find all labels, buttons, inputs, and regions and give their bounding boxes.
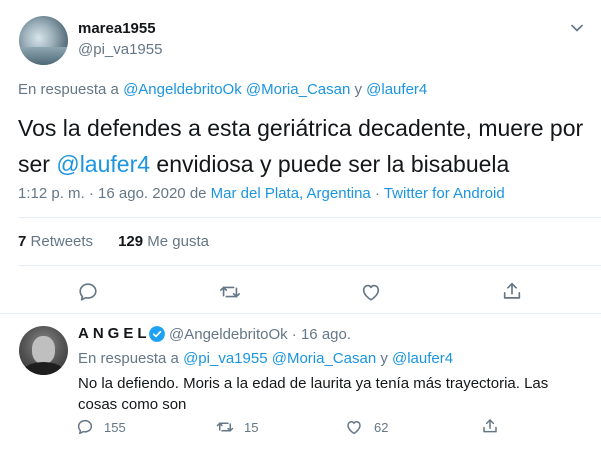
heart-icon[interactable] <box>360 281 382 303</box>
reply-joiner: y <box>354 81 362 98</box>
reply-author-avatar[interactable] <box>19 326 68 375</box>
reply-prefix: En respuesta a <box>18 81 119 98</box>
reply-icon[interactable] <box>77 281 99 303</box>
divider <box>18 265 601 266</box>
tweet-location[interactable]: Mar del Plata, Argentina <box>211 185 371 202</box>
tweet-meta: 1:12 p. m. · 16 ago. 2020 de Mar del Pla… <box>18 185 505 202</box>
share-icon[interactable] <box>481 417 499 435</box>
verified-badge-icon <box>149 326 165 342</box>
retweet-icon[interactable] <box>215 418 235 436</box>
tweet-stats: 7 Retweets 129 Me gusta <box>18 233 209 250</box>
reply-author-handle[interactable]: @AngeldebritoOk <box>169 326 288 343</box>
mention-link[interactable]: @pi_va1955 <box>183 350 267 367</box>
author-name[interactable]: marea1955 <box>78 20 156 37</box>
mention-link[interactable]: @laufer4 <box>366 81 427 98</box>
retweet-icon[interactable] <box>218 281 242 303</box>
mention-link[interactable]: @Moria_Casan <box>272 350 376 367</box>
reply-icon[interactable] <box>76 418 94 436</box>
author-avatar[interactable] <box>19 16 68 65</box>
mention-link[interactable]: @laufer4 <box>56 151 150 177</box>
reply-text: No la defiendo. Moris a la edad de lauri… <box>78 375 549 413</box>
likes-stat[interactable]: 129 Me gusta <box>118 233 209 250</box>
reply-date[interactable]: 16 ago. <box>301 326 351 343</box>
mention-link[interactable]: @laufer4 <box>392 350 453 367</box>
divider <box>18 217 601 218</box>
author-handle[interactable]: @pi_va1955 <box>78 41 162 58</box>
tweet-text: Vos la defendes a esta geriátrica decade… <box>18 110 588 182</box>
tweet-source[interactable]: Twitter for Android <box>384 185 505 202</box>
reply-context: En respuesta a @AngeldebritoOk @Moria_Ca… <box>18 81 427 98</box>
share-icon[interactable] <box>501 280 523 302</box>
heart-icon[interactable] <box>345 418 363 436</box>
mention-link[interactable]: @AngeldebritoOk <box>123 81 242 98</box>
like-count: 62 <box>374 420 389 435</box>
tweet-date[interactable]: 16 ago. 2020 <box>98 185 186 202</box>
retweets-stat[interactable]: 7 Retweets <box>18 233 93 250</box>
reply-prefix: En respuesta a <box>78 350 179 367</box>
retweet-count: 15 <box>244 420 259 435</box>
reply-author-meta: @AngeldebritoOk · 16 ago. <box>169 326 352 343</box>
divider <box>0 313 601 314</box>
mention-link[interactable]: @Moria_Casan <box>246 81 350 98</box>
reply-joiner: y <box>380 350 388 367</box>
meta-de: de <box>189 185 207 202</box>
tweet-text-part: envidiosa y puede ser la bisabuela <box>156 151 510 177</box>
reply-author-name[interactable]: ANGEL <box>78 325 151 342</box>
reply-count: 155 <box>104 420 126 435</box>
chevron-down-icon[interactable] <box>567 18 587 38</box>
reply-context: En respuesta a @pi_va1955 @Moria_Casan y… <box>78 350 453 367</box>
tweet-time[interactable]: 1:12 p. m. <box>18 185 85 202</box>
